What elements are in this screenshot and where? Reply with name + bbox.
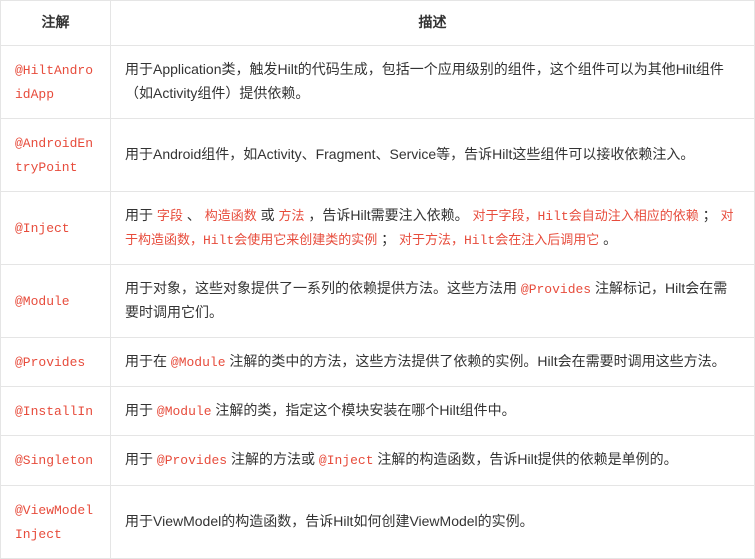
description-text-segment: ； (377, 231, 399, 247)
description-text-segment: 。 (599, 231, 617, 247)
annotations-table: 注解 描述 @HiltAndroidApp 用于Application类，触发Hi… (0, 0, 755, 559)
table-row: @InstallIn 用于 @Module 注解的类，指定这个模块安装在哪个Hil… (1, 387, 755, 436)
description-cell: 用于 @Module 注解的类，指定这个模块安装在哪个Hilt组件中。 (111, 387, 755, 436)
table-header-row: 注解 描述 (1, 1, 755, 46)
description-cell: 用于对象，这些对象提供了一系列的依赖提供方法。这些方法用 @Provides 注… (111, 265, 755, 338)
table-row: @Provides 用于在 @Module 注解的类中的方法，这些方法提供了依赖的… (1, 338, 755, 387)
description-code-segment: 对于方法，Hilt会在注入后调用它 (399, 233, 599, 248)
description-text-segment: 用于Android组件，如Activity、Fragment、Service等，… (125, 146, 694, 162)
description-text-segment: 用于Application类，触发Hilt的代码生成，包括一个应用级别的组件，这… (125, 61, 724, 101)
description-cell: 用于 @Provides 注解的方法或 @Inject 注解的构造函数，告诉Hi… (111, 436, 755, 485)
annotation-code: @Provides (15, 355, 85, 370)
annotation-cell: @AndroidEntryPoint (1, 118, 111, 191)
annotation-cell: @HiltAndroidApp (1, 45, 111, 118)
table-row: @Module 用于对象，这些对象提供了一系列的依赖提供方法。这些方法用 @Pro… (1, 265, 755, 338)
description-text-segment: 注解的类，指定这个模块安装在哪个Hilt组件中。 (212, 402, 516, 418)
description-code-segment: @Provides (521, 282, 591, 297)
annotation-code: @AndroidEntryPoint (15, 136, 93, 175)
annotation-cell: @InstallIn (1, 387, 111, 436)
header-annotation: 注解 (1, 1, 111, 46)
description-text-segment: 用于 (125, 402, 157, 418)
annotation-cell: @Provides (1, 338, 111, 387)
description-text-segment: 注解的类中的方法，这些方法提供了依赖的实例。Hilt会在需要时调用这些方法。 (226, 353, 726, 369)
description-cell: 用于Android组件，如Activity、Fragment、Service等，… (111, 118, 755, 191)
annotation-cell: @Singleton (1, 436, 111, 485)
description-code-segment: 字段 (157, 209, 183, 224)
description-text-segment: 用于对象，这些对象提供了一系列的依赖提供方法。这些方法用 (125, 280, 521, 296)
description-code-segment: 方法 (278, 209, 304, 224)
annotation-cell: @ViewModelInject (1, 485, 111, 558)
annotation-code: @Inject (15, 221, 70, 236)
table-row: @HiltAndroidApp 用于Application类，触发Hilt的代码生… (1, 45, 755, 118)
description-text-segment: 用于在 (125, 353, 171, 369)
description-cell: 用于 字段 、 构造函数 或 方法 ，告诉Hilt需要注入依赖。 对于字段，Hi… (111, 192, 755, 265)
table-row: @AndroidEntryPoint 用于Android组件，如Activity、… (1, 118, 755, 191)
description-cell: 用于Application类，触发Hilt的代码生成，包括一个应用级别的组件，这… (111, 45, 755, 118)
description-text-segment: 用于 (125, 451, 157, 467)
annotation-code: @Singleton (15, 453, 93, 468)
table-row: @Inject 用于 字段 、 构造函数 或 方法 ，告诉Hilt需要注入依赖。 … (1, 192, 755, 265)
header-description: 描述 (111, 1, 755, 46)
description-code-segment: 对于字段，Hilt会自动注入相应的依赖 (473, 209, 699, 224)
description-code-segment: @Module (171, 355, 226, 370)
annotation-code: @HiltAndroidApp (15, 63, 93, 102)
annotation-code: @InstallIn (15, 404, 93, 419)
description-code-segment: @Inject (319, 453, 374, 468)
description-code-segment: @Provides (157, 453, 227, 468)
description-text-segment: 注解的方法或 (227, 451, 319, 467)
description-text-segment: ，告诉Hilt需要注入依赖。 (305, 207, 473, 223)
description-text-segment: 用于 (125, 207, 157, 223)
table-row: @Singleton 用于 @Provides 注解的方法或 @Inject 注解… (1, 436, 755, 485)
annotation-cell: @Module (1, 265, 111, 338)
table-row: @ViewModelInject 用于ViewModel的构造函数，告诉Hilt如… (1, 485, 755, 558)
description-code-segment: 构造函数 (205, 209, 257, 224)
description-text-segment: 注解的构造函数，告诉Hilt提供的依赖是单例的。 (374, 451, 678, 467)
description-cell: 用于ViewModel的构造函数，告诉Hilt如何创建ViewModel的实例。 (111, 485, 755, 558)
description-text-segment: ； (699, 207, 721, 223)
description-cell: 用于在 @Module 注解的类中的方法，这些方法提供了依赖的实例。Hilt会在… (111, 338, 755, 387)
description-text-segment: 用于ViewModel的构造函数，告诉Hilt如何创建ViewModel的实例。 (125, 513, 534, 529)
annotation-code: @ViewModelInject (15, 503, 93, 542)
table-body: @HiltAndroidApp 用于Application类，触发Hilt的代码生… (1, 45, 755, 558)
description-code-segment: @Module (157, 404, 212, 419)
description-text-segment: 、 (183, 207, 205, 223)
annotation-code: @Module (15, 294, 70, 309)
annotation-cell: @Inject (1, 192, 111, 265)
description-text-segment: 或 (257, 207, 279, 223)
